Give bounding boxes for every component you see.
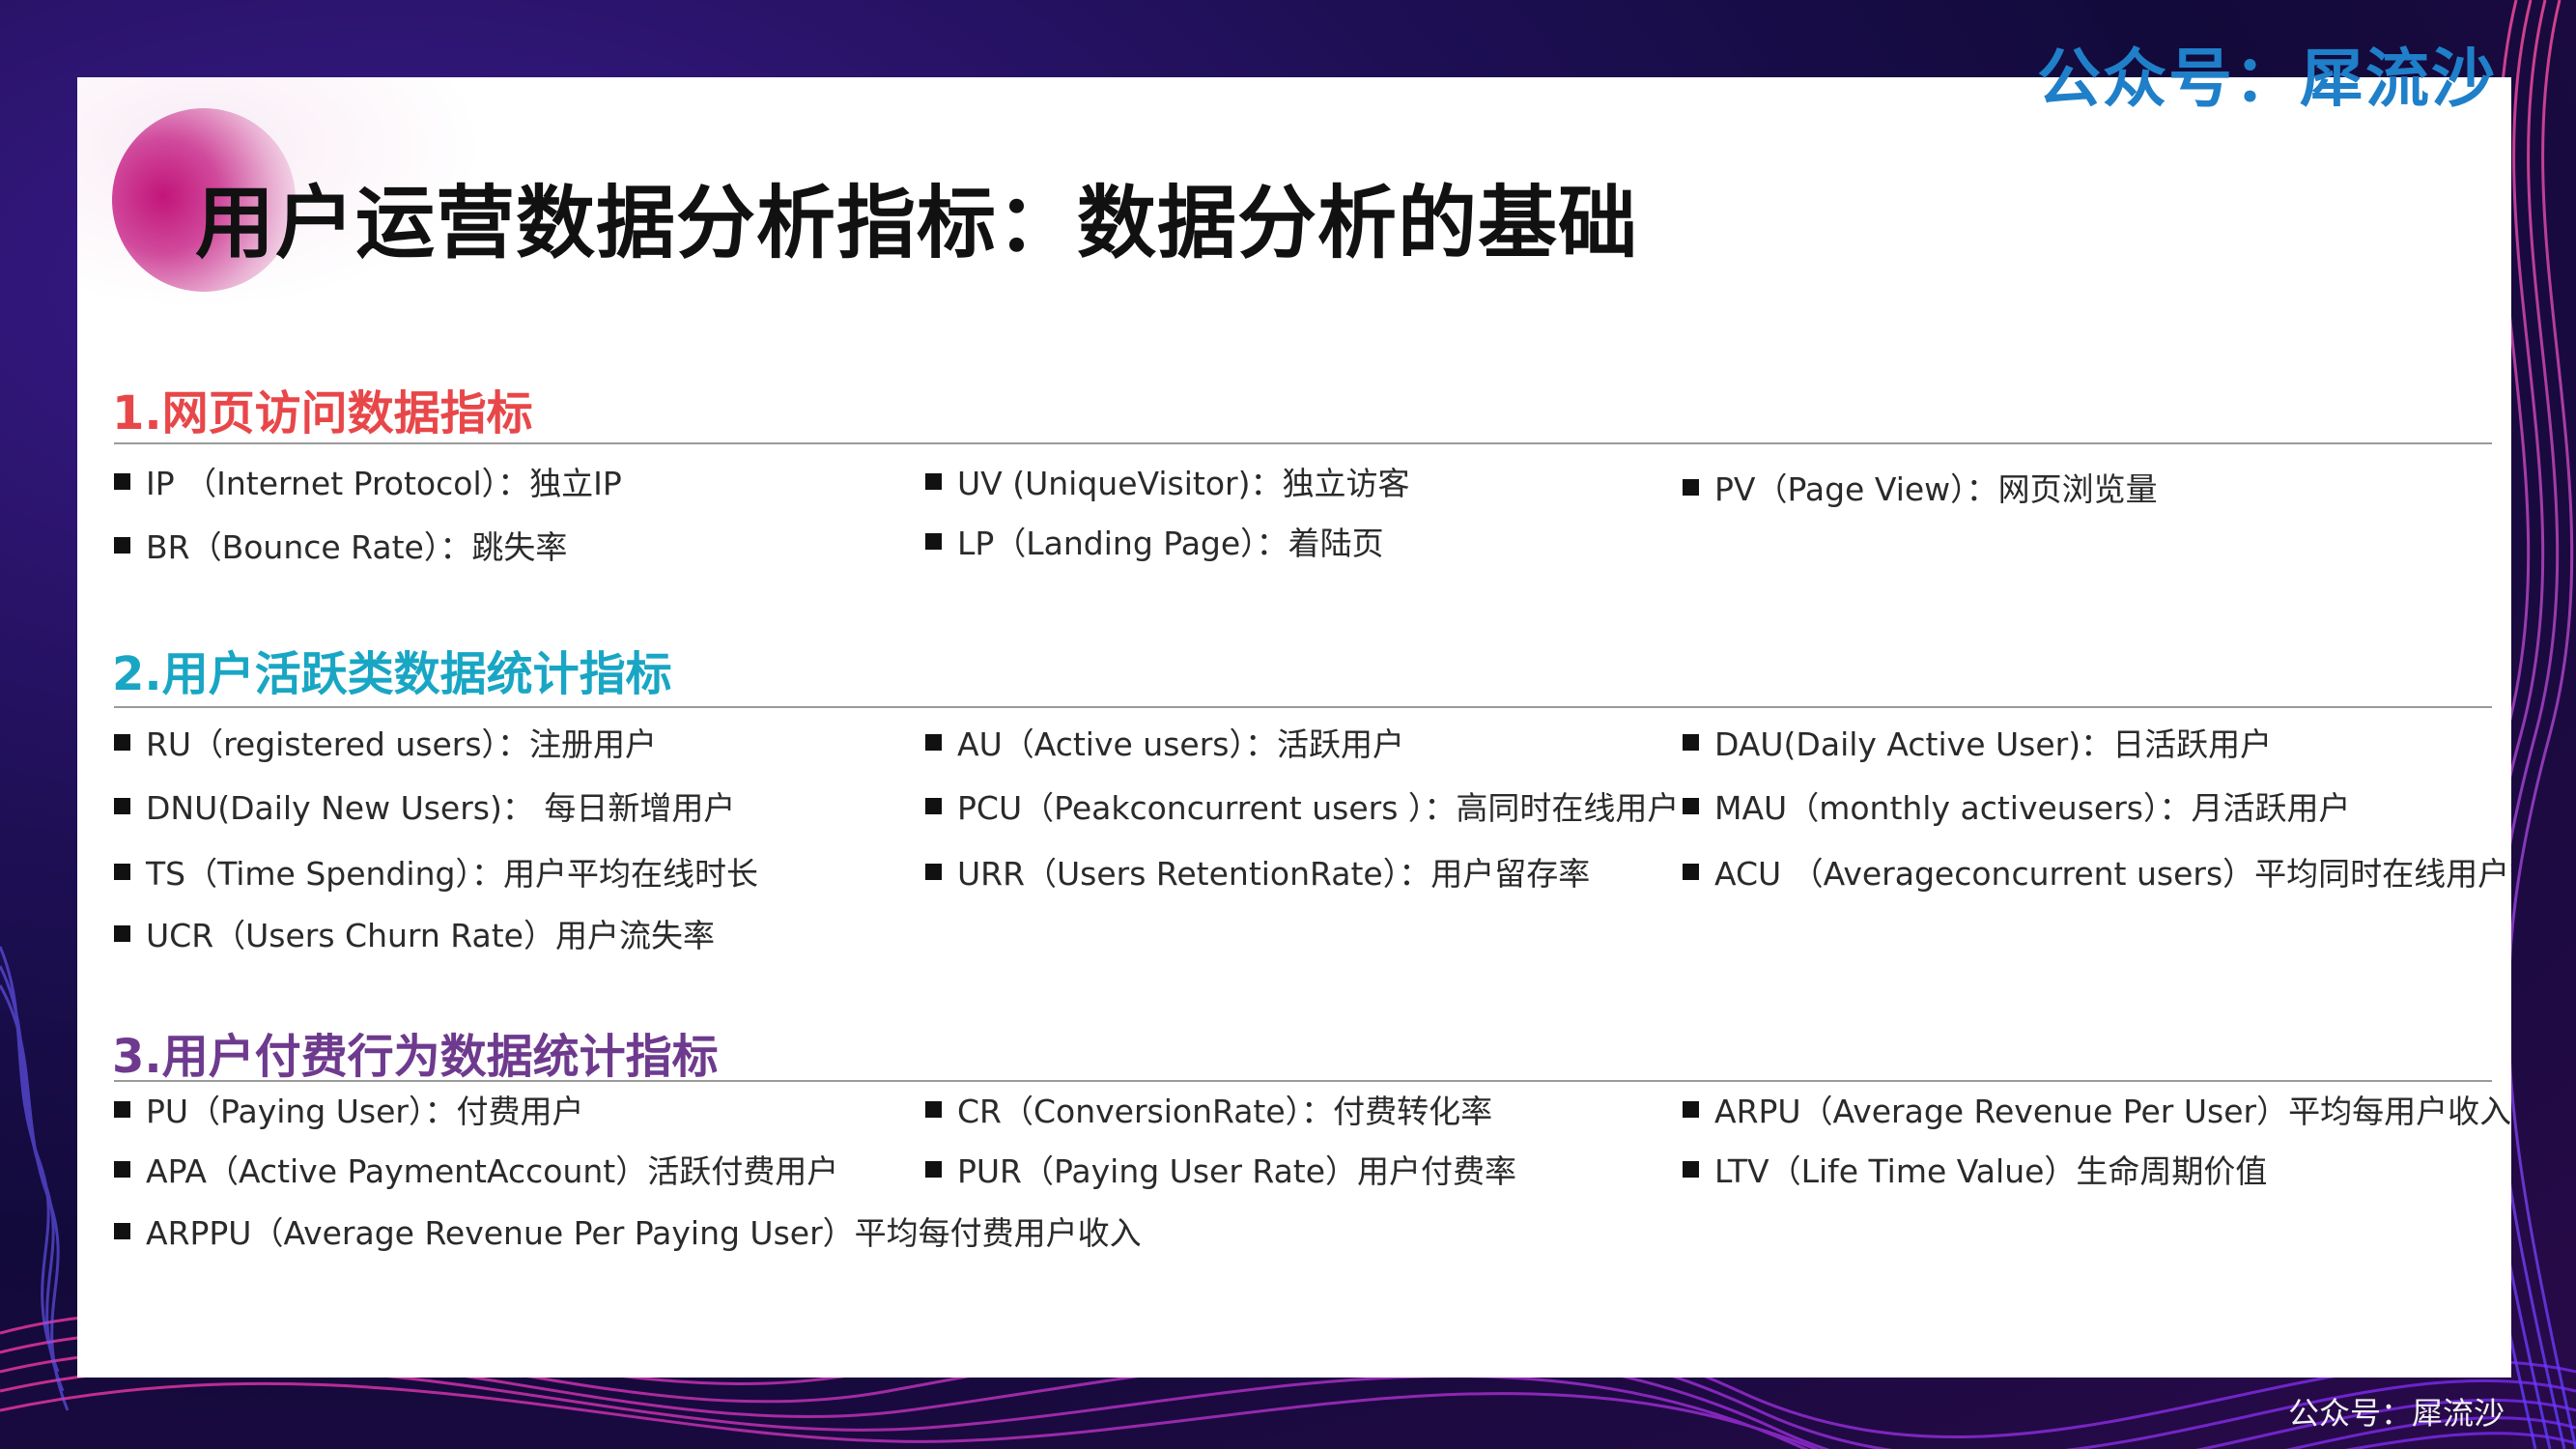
metric-item: LP（Landing Page）：着陆页 xyxy=(925,518,1384,564)
bullet-icon xyxy=(114,1160,130,1178)
metric-item: DNU(Daily New Users)： 每日新增用户 xyxy=(114,782,735,829)
metric-item: CR（ConversionRate）：付费转化率 xyxy=(925,1086,1492,1132)
metric-item: MAU（monthly activeusers）：月活跃用户 xyxy=(1683,782,2350,829)
bullet-icon xyxy=(925,472,942,490)
section-divider xyxy=(114,1080,2492,1082)
bullet-icon xyxy=(925,1160,942,1178)
metric-item: TS（Time Spending）：用户平均在线时长 xyxy=(114,848,758,895)
metric-item: ACU （Averageconcurrent users）平均同时在线用户数 xyxy=(1683,848,2511,895)
bullet-icon xyxy=(114,1222,130,1239)
bullet-icon xyxy=(114,797,130,814)
metric-item: DAU(Daily Active User)：日活跃用户 xyxy=(1683,719,2272,765)
metric-item: PCU（Peakconcurrent users ）：高同时在线用户 xyxy=(925,782,1679,829)
section-divider xyxy=(114,706,2492,708)
metric-item: ARPU（Average Revenue Per User）平均每用户收入 xyxy=(1683,1086,2511,1132)
metric-item: ARPPU（Average Revenue Per Paying User）平均… xyxy=(114,1208,1142,1254)
bullet-icon xyxy=(925,863,942,880)
watermark-top: 公众号：犀流沙 xyxy=(2037,42,2497,116)
metric-item: PU（Paying User）：付费用户 xyxy=(114,1086,583,1132)
bullet-icon xyxy=(925,733,942,751)
bullet-icon xyxy=(925,532,942,550)
bullet-icon xyxy=(114,863,130,880)
bullet-icon xyxy=(925,797,942,814)
bullet-icon xyxy=(114,733,130,751)
section-divider xyxy=(114,442,2492,444)
metric-item: PV（Page View）：网页浏览量 xyxy=(1683,464,2158,510)
bullet-icon xyxy=(1683,1100,1699,1118)
metric-item: URR（Users RetentionRate）：用户留存率 xyxy=(925,848,1590,895)
section-title-payment-behavior: 3.用户付费行为数据统计指标 xyxy=(112,1030,719,1084)
bullet-icon xyxy=(1683,863,1699,880)
metric-item: RU（registered users）：注册用户 xyxy=(114,719,657,765)
bullet-icon xyxy=(1683,733,1699,751)
watermark-bottom: 公众号：犀流沙 xyxy=(2287,1395,2505,1432)
page-title: 用户运营数据分析指标：数据分析的基础 xyxy=(195,178,1639,270)
metric-item: UCR（Users Churn Rate）用户流失率 xyxy=(114,910,715,956)
metric-item: BR（Bounce Rate）：跳失率 xyxy=(114,522,567,568)
bullet-icon xyxy=(1683,797,1699,814)
metric-item: APA（Active PaymentAccount）活跃付费用户 xyxy=(114,1146,838,1192)
bullet-icon xyxy=(114,1100,130,1118)
bullet-icon xyxy=(1683,1160,1699,1178)
bullet-icon xyxy=(925,1100,942,1118)
metric-item: AU（Active users）：活跃用户 xyxy=(925,719,1404,765)
section-title-web-access: 1.网页访问数据指标 xyxy=(112,386,533,440)
bullet-icon xyxy=(114,472,130,490)
bullet-icon xyxy=(114,924,130,942)
metric-item: PUR（Paying User Rate）用户付费率 xyxy=(925,1146,1516,1192)
bullet-icon xyxy=(1683,478,1699,496)
bullet-icon xyxy=(114,536,130,554)
metric-item: UV (UniqueVisitor)：独立访客 xyxy=(925,458,1409,504)
slide: 用户运营数据分析指标：数据分析的基础 1.网页访问数据指标 IP （Intern… xyxy=(77,77,2511,1378)
metric-item: LTV（Life Time Value）生命周期价值 xyxy=(1683,1146,2267,1192)
section-title-user-activity: 2.用户活跃类数据统计指标 xyxy=(112,647,672,701)
metric-item: IP （Internet Protocol）：独立IP xyxy=(114,458,622,504)
